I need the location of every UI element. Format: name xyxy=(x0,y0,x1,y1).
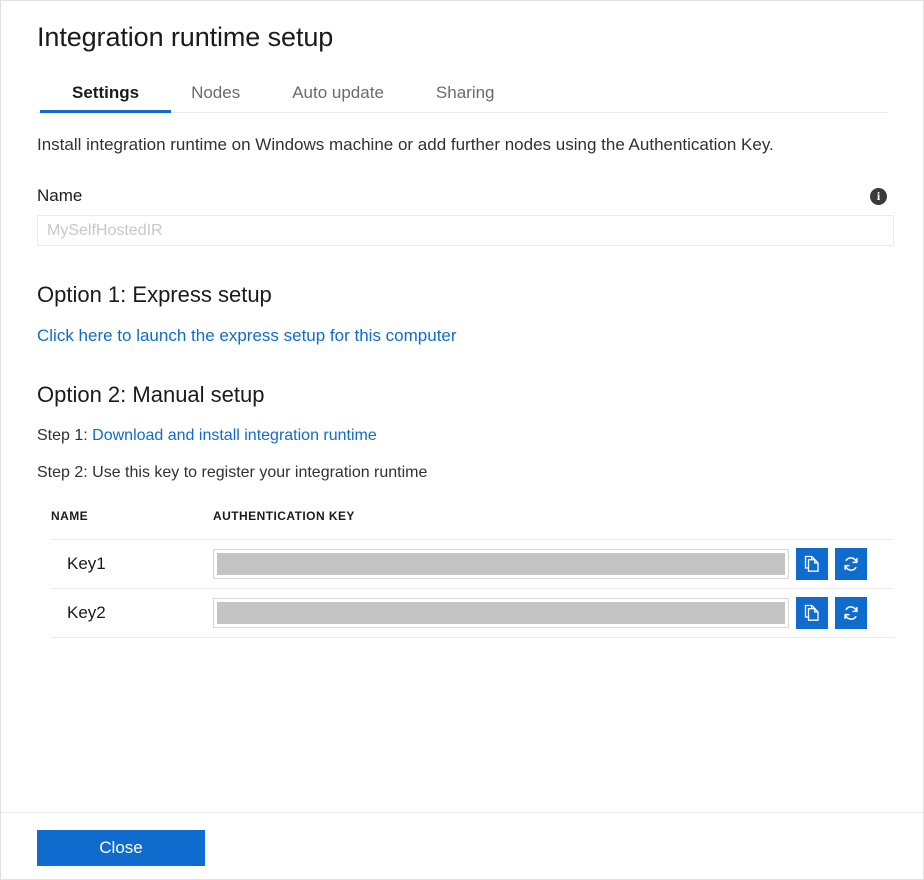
express-setup-link[interactable]: Click here to launch the express setup f… xyxy=(37,326,457,346)
name-input[interactable] xyxy=(37,215,894,246)
step-2-line: Step 2: Use this key to register your in… xyxy=(37,464,887,482)
page-title: Integration runtime setup xyxy=(1,1,923,54)
key2-redacted-value xyxy=(217,602,785,624)
name-field-label-row: Name i xyxy=(37,186,887,206)
copy-icon xyxy=(802,603,822,623)
integration-runtime-setup-dialog: Integration runtime setup Settings Nodes… xyxy=(0,0,924,880)
tab-nodes[interactable]: Nodes xyxy=(191,83,240,112)
settings-panel: Install integration runtime on Windows m… xyxy=(1,132,923,638)
close-button[interactable]: Close xyxy=(37,830,205,866)
tab-sharing[interactable]: Sharing xyxy=(436,83,495,112)
key1-value-field[interactable] xyxy=(213,549,789,579)
copy-key2-button[interactable] xyxy=(796,597,828,629)
tab-bar: Settings Nodes Auto update Sharing xyxy=(37,74,887,113)
tab-auto-update[interactable]: Auto update xyxy=(292,83,384,112)
copy-icon xyxy=(802,554,822,574)
tab-settings[interactable]: Settings xyxy=(72,83,139,112)
refresh-icon xyxy=(841,603,861,623)
refresh-icon xyxy=(841,554,861,574)
info-icon[interactable]: i xyxy=(870,188,887,205)
column-header-authentication-key: AUTHENTICATION KEY xyxy=(213,509,894,523)
key1-redacted-value xyxy=(217,553,785,575)
copy-key1-button[interactable] xyxy=(796,548,828,580)
table-row: Key1 xyxy=(51,539,894,588)
authentication-key-table: NAME AUTHENTICATION KEY Key1 xyxy=(51,509,894,638)
key-name-label: Key2 xyxy=(51,603,213,623)
step-1-line: Step 1: Download and install integration… xyxy=(37,427,887,445)
option1-heading: Option 1: Express setup xyxy=(37,282,887,308)
regenerate-key2-button[interactable] xyxy=(835,597,867,629)
key-name-label: Key1 xyxy=(51,554,213,574)
column-header-name: NAME xyxy=(51,509,213,523)
step-1-prefix: Step 1: xyxy=(37,427,88,444)
regenerate-key1-button[interactable] xyxy=(835,548,867,580)
footer-divider xyxy=(1,812,923,813)
table-row: Key2 xyxy=(51,588,894,638)
panel-description: Install integration runtime on Windows m… xyxy=(37,132,807,158)
download-install-link[interactable]: Download and install integration runtime xyxy=(92,427,377,445)
name-field-label: Name xyxy=(37,186,82,206)
table-header-row: NAME AUTHENTICATION KEY xyxy=(51,509,894,539)
key2-value-field[interactable] xyxy=(213,598,789,628)
option2-heading: Option 2: Manual setup xyxy=(37,382,887,408)
